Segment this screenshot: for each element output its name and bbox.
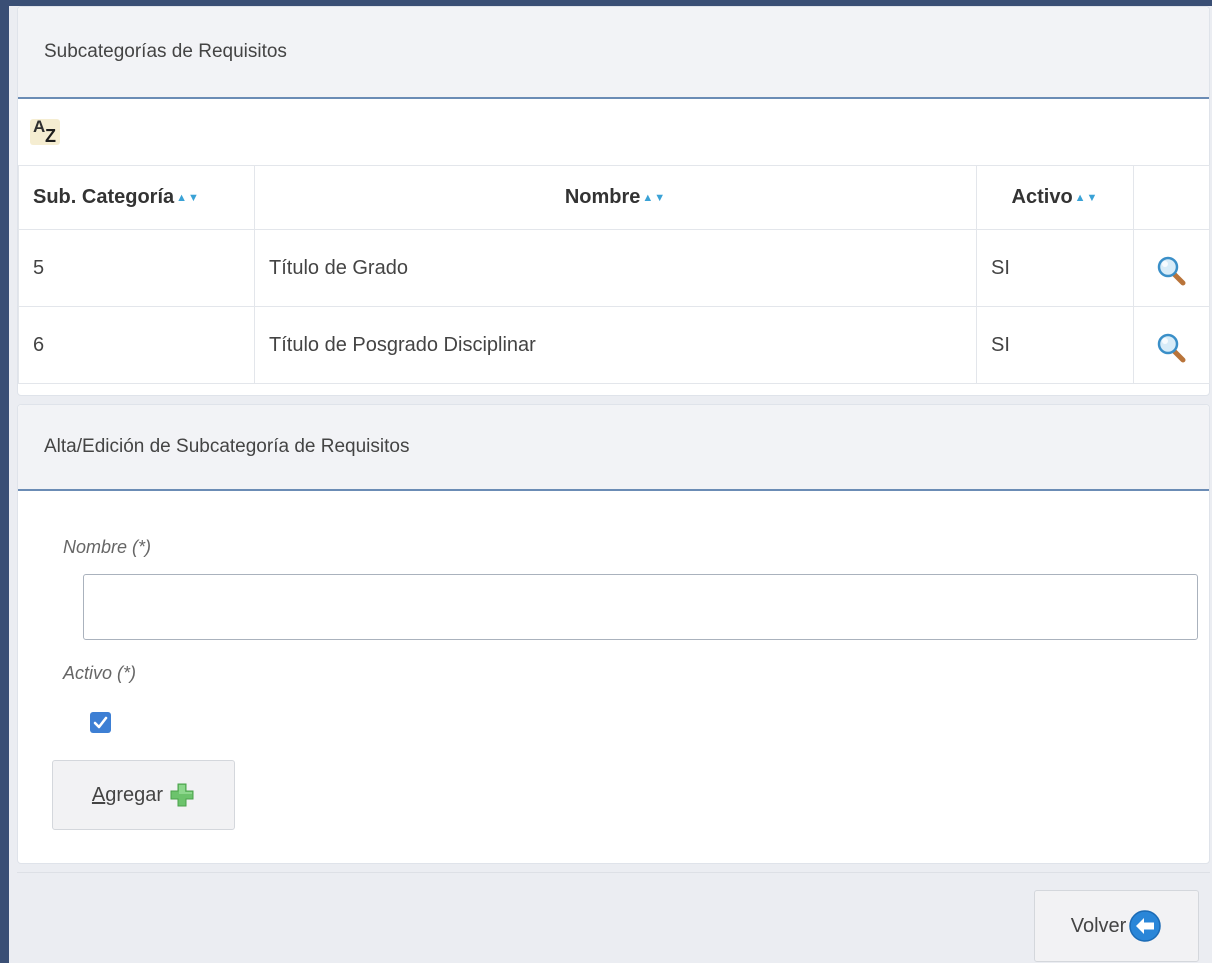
magnifier-icon[interactable] [1156,332,1186,364]
footer-divider [17,872,1210,873]
panel-title: Subcategorías de Requisitos [18,7,1209,99]
column-header-label: Nombre [564,186,641,208]
page: Subcategorías de Requisitos AZ Sub. Cate… [9,6,1212,963]
subcategories-table: Sub. Categoría ▲▼ Nombre ▲▼ Activo ▲▼ 5 Tít… [18,165,1210,384]
panel-title: Alta/Edición de Subcategoría de Requisit… [18,405,1209,491]
back-button[interactable]: Volver [1034,890,1199,962]
cell-nombre: Título de Grado [254,229,977,307]
cell-id: 5 [18,229,255,307]
cell-actions [1133,306,1210,384]
back-arrow-icon [1129,910,1162,942]
sort-toolbar: AZ [18,99,1209,165]
cell-nombre: Título de Posgrado Disciplinar [254,306,977,384]
nombre-input[interactable] [83,574,1198,640]
cell-activo: SI [976,229,1134,307]
az-sort-icon[interactable]: AZ [30,117,66,147]
add-button-label: Agregar [91,783,164,806]
plus-icon [170,783,194,807]
nombre-label: Nombre (*) [63,537,152,557]
column-header-actions [1133,165,1210,230]
activo-label: Activo (*) [63,663,137,683]
column-header-activo[interactable]: Activo ▲▼ [976,165,1134,230]
cell-actions [1133,229,1210,307]
add-button[interactable]: Agregar [52,760,235,830]
table-row: 6 Título de Posgrado Disciplinar SI [18,306,1210,384]
column-header-nombre[interactable]: Nombre ▲▼ [254,165,977,230]
edit-panel: Alta/Edición de Subcategoría de Requisit… [17,404,1210,864]
subcategories-panel: Subcategorías de Requisitos AZ Sub. Cate… [17,6,1210,396]
table-header-row: Sub. Categoría ▲▼ Nombre ▲▼ Activo ▲▼ [18,165,1210,230]
magnifier-icon[interactable] [1156,255,1186,287]
cell-id: 6 [18,306,255,384]
sort-arrows-icon[interactable]: ▲▼ [1075,192,1099,204]
checkmark-icon [93,716,108,729]
window-left-border [0,0,9,963]
sort-arrows-icon[interactable]: ▲▼ [642,192,666,204]
table-row: 5 Título de Grado SI [18,229,1210,307]
cell-activo: SI [976,306,1134,384]
activo-checkbox[interactable] [90,712,111,733]
column-header-label: Activo [1011,186,1073,208]
column-header-subcategoria[interactable]: Sub. Categoría ▲▼ [18,165,255,230]
sort-arrows-icon[interactable]: ▲▼ [176,192,200,204]
back-button-label: Volver [1070,914,1127,937]
column-header-label: Sub. Categoría [33,186,175,208]
